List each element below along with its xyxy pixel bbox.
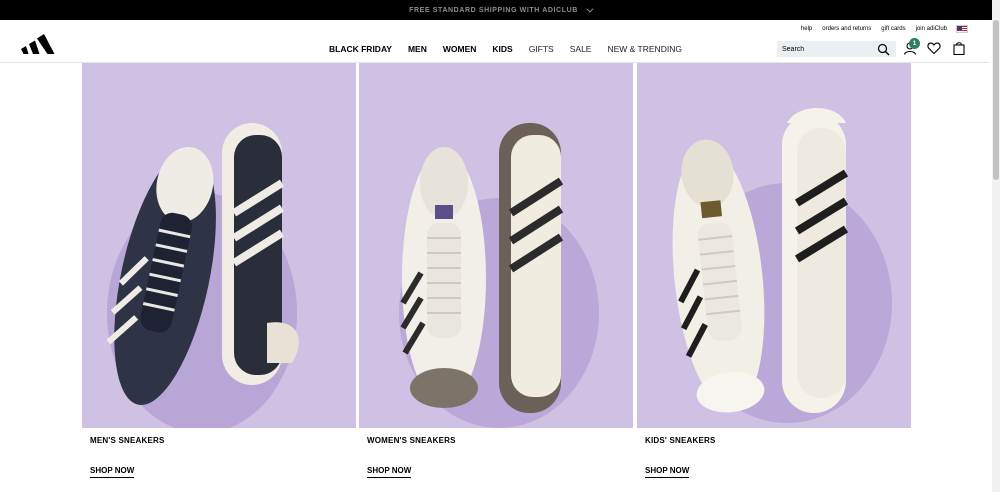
site-header: help orders and returns gift cards join … (0, 20, 990, 63)
card-mens-sneakers[interactable]: MEN'S SNEAKERS SHOP NOW (82, 63, 356, 478)
nav-kids[interactable]: KIDS (492, 44, 512, 54)
card-title[interactable]: MEN'S SNEAKERS (90, 436, 165, 445)
nav-men[interactable]: MEN (408, 44, 427, 54)
page-scrollbar[interactable] (992, 0, 1000, 492)
account-badge: 1 (909, 38, 920, 49)
nav-black-friday[interactable]: BLACK FRIDAY (329, 44, 392, 54)
shop-now-link[interactable]: SHOP NOW (367, 466, 412, 478)
shop-now-link[interactable]: SHOP NOW (90, 466, 135, 478)
card-title[interactable]: KIDS' SNEAKERS (645, 436, 716, 445)
kids-sneakers-illustration (637, 63, 911, 428)
card-title[interactable]: WOMEN'S SNEAKERS (367, 436, 456, 445)
nav-sale[interactable]: SALE (570, 44, 592, 54)
nav-gifts[interactable]: GIFTS (529, 44, 554, 54)
help-link[interactable]: help (801, 26, 812, 32)
womens-sneakers-image[interactable] (359, 63, 633, 428)
shop-now-link[interactable]: SHOP NOW (645, 466, 690, 478)
utility-links: help orders and returns gift cards join … (791, 25, 968, 33)
search-icon[interactable] (877, 43, 890, 56)
mens-sneakers-image[interactable] (82, 63, 356, 428)
mens-sneakers-illustration (82, 63, 356, 428)
wishlist-icon[interactable] (927, 41, 941, 55)
gift-cards-link[interactable]: gift cards (881, 26, 905, 32)
scrollbar-thumb[interactable] (993, 20, 999, 180)
us-flag-icon[interactable] (956, 25, 968, 33)
main-nav: BLACK FRIDAY MEN WOMEN KIDS GIFTS SALE N… (329, 44, 698, 54)
bag-icon[interactable] (952, 41, 966, 55)
search-input[interactable] (782, 45, 870, 53)
kids-sneakers-image[interactable] (637, 63, 911, 428)
shipping-banner[interactable]: FREE STANDARD SHIPPING WITH ADICLUB (0, 0, 1000, 20)
banner-text: FREE STANDARD SHIPPING WITH ADICLUB (409, 6, 578, 14)
womens-sneakers-illustration (359, 63, 633, 428)
chevron-down-icon (586, 5, 594, 13)
adidas-logo[interactable] (20, 32, 56, 54)
nav-new-trending[interactable]: NEW & TRENDING (607, 44, 681, 54)
search-box[interactable] (777, 41, 896, 57)
join-adiclub-link[interactable]: join adiClub (916, 26, 947, 32)
card-womens-sneakers[interactable]: WOMEN'S SNEAKERS SHOP NOW (359, 63, 633, 478)
nav-women[interactable]: WOMEN (443, 44, 477, 54)
card-kids-sneakers[interactable]: KIDS' SNEAKERS SHOP NOW (637, 63, 911, 478)
orders-returns-link[interactable]: orders and returns (822, 26, 871, 32)
